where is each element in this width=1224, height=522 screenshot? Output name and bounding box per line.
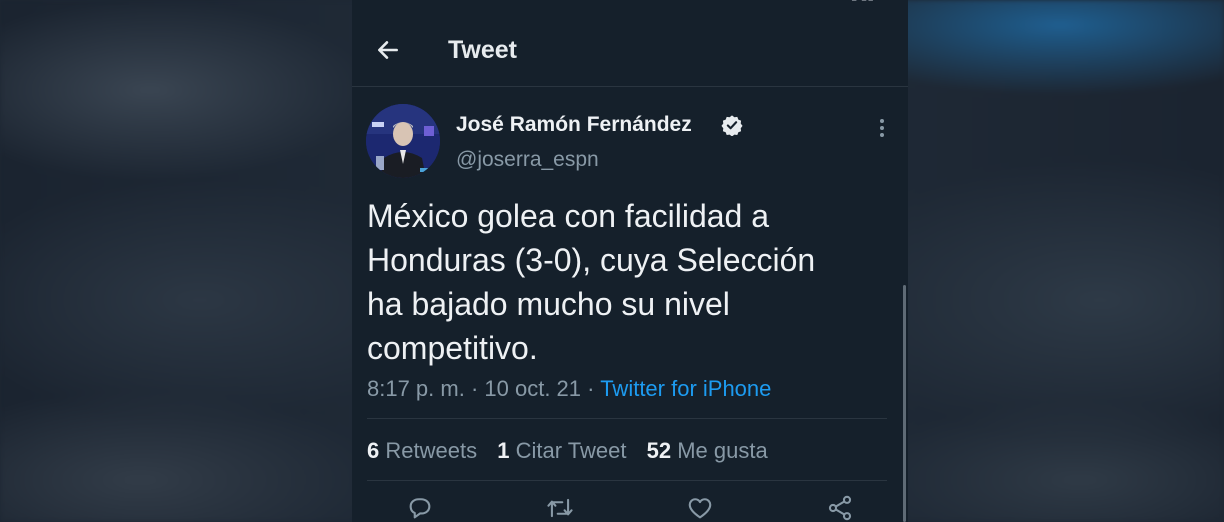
share-button[interactable] bbox=[820, 494, 860, 522]
verified-badge-icon bbox=[721, 115, 743, 136]
tweet-time: 8:17 p. m. bbox=[367, 376, 465, 401]
likes-label: Me gusta bbox=[677, 438, 768, 463]
header-divider bbox=[352, 86, 908, 87]
reply-icon bbox=[409, 498, 431, 519]
retweets-stat[interactable]: 6 Retweets bbox=[367, 438, 477, 463]
author-name[interactable]: José Ramón Fernández bbox=[456, 111, 692, 139]
phone-screen: ● ▭ ▭ ▮ ▮▮ Tweet José Ramón Fernández bbox=[352, 0, 908, 522]
quotes-count: 1 bbox=[497, 438, 510, 463]
share-icon bbox=[828, 495, 852, 521]
page-title: Tweet bbox=[448, 36, 517, 64]
meta-separator: · bbox=[464, 376, 485, 401]
quotes-label: Citar Tweet bbox=[515, 438, 627, 463]
like-icon bbox=[688, 498, 712, 519]
stats-top-divider bbox=[367, 418, 887, 419]
tweet-text: México golea con facilidad a Honduras (3… bbox=[367, 198, 816, 366]
like-button[interactable] bbox=[680, 494, 720, 522]
back-button[interactable] bbox=[368, 30, 408, 70]
quotes-stat[interactable]: 1 Citar Tweet bbox=[497, 438, 626, 463]
retweet-button[interactable] bbox=[540, 494, 580, 522]
likes-stat[interactable]: 52 Me gusta bbox=[647, 438, 768, 463]
tweet-source-link[interactable]: Twitter for iPhone bbox=[600, 376, 771, 401]
meta-separator: · bbox=[581, 376, 601, 401]
retweets-label: Retweets bbox=[385, 438, 478, 463]
arrow-left-icon bbox=[378, 41, 398, 59]
top-app-bar: Tweet bbox=[352, 18, 908, 84]
reply-button[interactable] bbox=[400, 494, 440, 522]
tweet-date: 10 oct. 21 bbox=[484, 376, 582, 401]
scrollbar[interactable] bbox=[903, 285, 906, 522]
avatar-photo bbox=[366, 104, 440, 178]
more-options-button[interactable] bbox=[868, 114, 896, 142]
more-vertical-icon bbox=[880, 119, 884, 137]
author-handle[interactable]: @joserra_espn bbox=[456, 146, 599, 174]
status-bar: ● ▭ ▭ ▮ ▮▮ bbox=[352, 0, 908, 4]
action-bar bbox=[352, 494, 908, 522]
avatar[interactable] bbox=[366, 104, 440, 178]
retweet-icon bbox=[547, 498, 573, 518]
retweets-count: 6 bbox=[367, 438, 380, 463]
tweet-metadata: 8:17 p. m. · 10 oct. 21 · Twitter for iP… bbox=[367, 374, 771, 404]
stats-bottom-divider bbox=[367, 480, 887, 481]
likes-count: 52 bbox=[646, 438, 672, 463]
tweet-stats: 6 Retweets 1 Citar Tweet 52 Me gusta bbox=[367, 436, 782, 466]
